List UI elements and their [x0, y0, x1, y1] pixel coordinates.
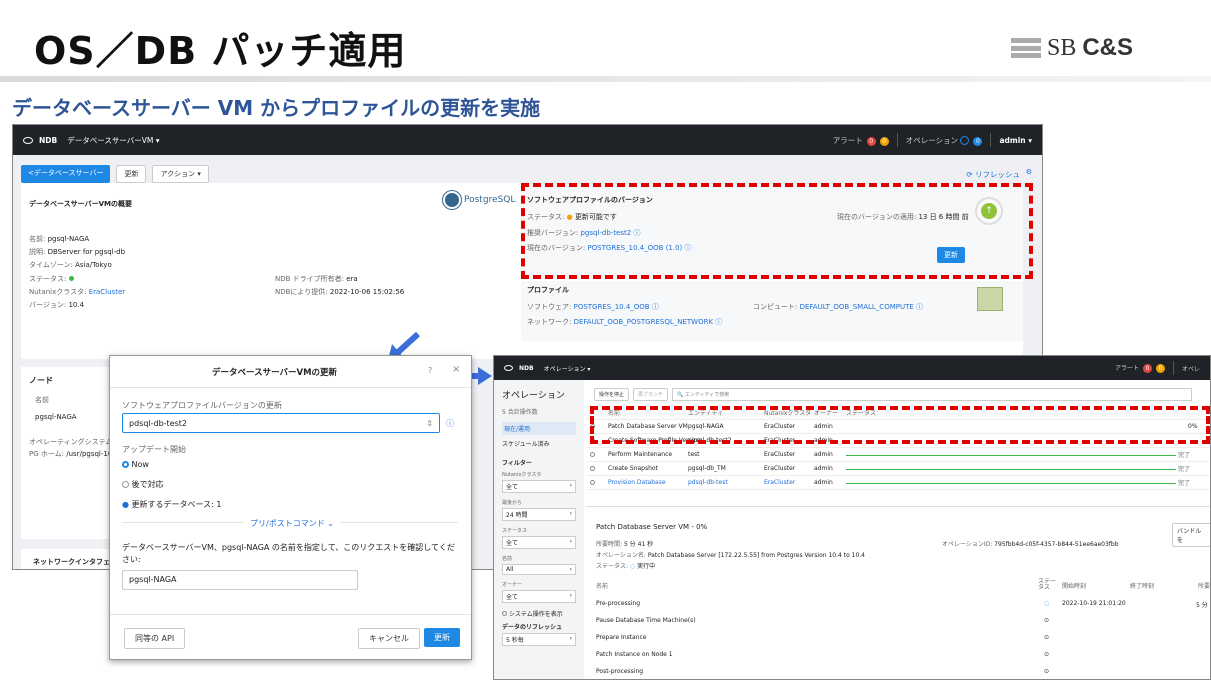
refresh-link[interactable]: ⟳ リフレッシュ: [966, 169, 1020, 180]
nav-section-dropdown[interactable]: データベースサーバーVM ▾: [67, 135, 159, 146]
confirm-text: データベースサーバーVM、pgsql-NAGA の名前を指定して、このリクエスト…: [122, 543, 455, 564]
slide-subtitle: データベースサーバー VM からプロファイルの更新を実施: [12, 96, 541, 120]
status-dot-icon: [68, 276, 74, 281]
progress-bar: [846, 455, 1176, 456]
user-menu[interactable]: admin ▾: [999, 136, 1032, 145]
server-name: pgsql-NAGA: [47, 235, 90, 243]
help-icon[interactable]: ?: [428, 366, 432, 375]
tab-scheduled[interactable]: スケジュール済み: [502, 439, 576, 448]
rebranch-button[interactable]: 再ブランチ: [633, 388, 669, 401]
filter-cluster-select[interactable]: 全て ›: [502, 480, 576, 493]
stop-operation-button[interactable]: 操作を停止: [594, 388, 630, 401]
node-title: ノード: [29, 376, 53, 385]
provisioned-date: 2022-10-06 15:02:56: [329, 288, 405, 296]
ops-link[interactable]: オペレ: [1182, 364, 1200, 373]
dialog-update-button[interactable]: 更新: [424, 628, 460, 647]
step-item: Patch Instance on Node 1: [596, 651, 673, 658]
clock-icon: ⊙: [1044, 651, 1050, 658]
table-row[interactable]: Create Snapshot pgsql-db_TM EraCluster admi…: [586, 462, 1210, 476]
filter-name-select[interactable]: All ›: [502, 564, 576, 575]
filter-time-select[interactable]: 24 時間 ›: [502, 508, 576, 521]
update-db-server-dialog: データベースサーバーVMの更新 ? × ソフトウェアプロファイルバージョンの更新…: [109, 355, 472, 660]
step-item: Pause Database Time Machine(s): [596, 617, 696, 624]
node-name: pgsql-NAGA: [35, 413, 77, 421]
ops-alerts-link[interactable]: アラート 0 0: [1115, 363, 1165, 373]
software-profile-link[interactable]: POSTGRES_10.4_OOB: [574, 303, 650, 311]
ndb-logo-icon: [504, 365, 513, 371]
ops-top-nav: NDB オペレーション ▾ アラート 0 0 オペレ: [494, 356, 1210, 380]
back-to-db-servers-button[interactable]: <データベースサーバー: [21, 165, 111, 183]
drive-owner: era: [346, 275, 358, 283]
software-version-select[interactable]: pdsql-db-test2 ⇕: [122, 413, 440, 433]
ndb-logo-icon: [23, 136, 33, 144]
info-icon: ●: [122, 500, 129, 509]
ops-section-dropdown[interactable]: オペレーション ▾: [544, 364, 591, 373]
alerts-link[interactable]: アラート 0 0: [833, 135, 889, 146]
close-icon[interactable]: ×: [452, 364, 460, 375]
nav-brand: NDB: [39, 135, 58, 145]
tab-current[interactable]: 現在/運用: [502, 422, 576, 435]
bundle-button[interactable]: バンドルを: [1172, 523, 1210, 547]
operations-screen: NDB オペレーション ▾ アラート 0 0 オペレ オペレーション 5 合計操作数…: [493, 355, 1211, 680]
company-logo: SB C&S: [1010, 34, 1133, 62]
refresh-interval-select[interactable]: 5 秒毎 ›: [502, 633, 576, 646]
top-nav: NDB データベースサーバーVM ▾ アラート 0 0 オペレーション 0 admi…: [13, 125, 1042, 155]
logo-bars-icon: [1010, 38, 1041, 58]
compute-profile-link[interactable]: DEFAULT_OOB_SMALL_COMPUTE: [800, 303, 914, 311]
entity-search-input[interactable]: 🔍 エンティティで検索: [672, 388, 1193, 401]
confirm-name-input[interactable]: pgsql-NAGA: [122, 570, 358, 590]
dialog-title: データベースサーバーVMの更新: [212, 368, 338, 378]
start-label: アップデート開始: [122, 445, 186, 454]
clock-icon: ⊙: [1044, 668, 1050, 675]
update-button[interactable]: 更新: [116, 165, 147, 183]
logo-suffix: C&S: [1082, 34, 1133, 61]
network-profile-link[interactable]: DEFAULT_OOB_POSTGRESQL_NETWORK: [574, 318, 713, 326]
progress-bar: [846, 469, 1176, 470]
show-system-ops-toggle[interactable]: システム操作を表示: [502, 609, 576, 618]
info-icon[interactable]: ⓘ: [446, 418, 454, 429]
server-description: DBServer for pgsql-db: [47, 248, 126, 256]
slide-title: OS／DB パッチ適用: [34, 29, 407, 73]
ops-sidebar: オペレーション 5 合計操作数 現在/運用 スケジュール済み フィルター Nut…: [494, 380, 584, 679]
action-dropdown[interactable]: アクション ▾: [152, 165, 209, 183]
title-separator: [0, 76, 1211, 82]
clock-icon: ⊙: [1044, 617, 1050, 624]
overview-title: データベースサーバーVMの概要: [29, 200, 132, 208]
table-row[interactable]: Provision Database pdsql-db-test EraCluste…: [586, 476, 1210, 490]
table-row[interactable]: Perform Maintenance test EraCluster admin 完…: [586, 448, 1210, 462]
server-timezone: Asia/Tokyo: [75, 261, 112, 269]
ops-side-title: オペレーション: [502, 391, 565, 401]
software-version-label: ソフトウェアプロファイルバージョンの更新: [122, 401, 282, 410]
step-item: Prepare Instance: [596, 634, 647, 641]
step-item: Post-processing: [596, 668, 644, 675]
profile-panel: プロファイル ソフトウェア: POSTGRES_10.4_OOB ⓘ コンピュー…: [521, 281, 1023, 341]
pre-post-commands-toggle[interactable]: プリ/ポストコマンド ⌄: [244, 518, 340, 529]
cluster-link[interactable]: EraCluster: [89, 288, 125, 296]
equivalent-api-button[interactable]: 同等の API: [124, 628, 186, 649]
elephant-icon: [443, 191, 461, 209]
operations-link[interactable]: オペレーション 0: [906, 135, 983, 146]
node-name-header: 名前: [35, 396, 49, 404]
filter-status-select[interactable]: 全て ›: [502, 536, 576, 549]
step-item: Pre-processing: [596, 600, 641, 607]
profile-title: プロファイル: [527, 286, 569, 294]
detail-title: Patch Database Server VM: [596, 523, 690, 531]
radio-later[interactable]: 後で対応: [122, 479, 164, 490]
clock-icon: ⊙: [1044, 634, 1050, 641]
operation-detail-panel: Patch Database Server VM - 0% バンドルを 所要時間…: [586, 506, 1210, 679]
server-version: 10.4: [68, 301, 85, 309]
logo-prefix: SB: [1046, 35, 1077, 61]
radio-now[interactable]: Now: [122, 460, 149, 469]
puzzle-icon: [977, 287, 1003, 311]
databases-count: 更新するデータベース: 1: [131, 500, 222, 509]
os-label: オペレーティングシステム: [29, 438, 113, 446]
highlight-box: [590, 406, 1210, 444]
progress-bar: [846, 483, 1176, 484]
cancel-button[interactable]: キャンセル: [358, 628, 420, 649]
highlight-box: [521, 183, 1033, 279]
spinner-icon: ◌: [1044, 600, 1050, 607]
gear-icon[interactable]: ⚙: [1026, 168, 1032, 176]
postgresql-logo: PostgreSQL: [443, 191, 515, 209]
filter-owner-select[interactable]: 全て ›: [502, 590, 576, 603]
